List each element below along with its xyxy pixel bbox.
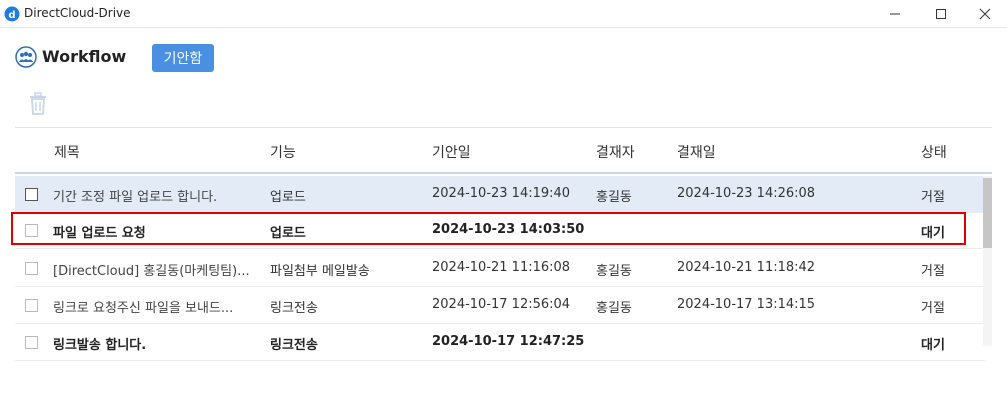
row-approver: 홍길동 bbox=[596, 190, 632, 205]
minimize-button[interactable] bbox=[872, 0, 918, 28]
row-draft-date: 2024-10-17 12:56:04 bbox=[432, 297, 571, 312]
row-checkbox[interactable] bbox=[25, 336, 38, 349]
row-approval-date: 2024-10-21 11:18:42 bbox=[677, 260, 816, 275]
column-header-function[interactable]: 기능 bbox=[270, 142, 296, 162]
row-function: 링크전송 bbox=[270, 301, 318, 316]
row-function: 업로드 bbox=[270, 190, 306, 205]
trash-icon[interactable] bbox=[27, 92, 49, 116]
row-checkbox[interactable] bbox=[25, 188, 38, 201]
tab-drafts[interactable]: 기안함 bbox=[152, 44, 214, 72]
column-header-approval-date[interactable]: 결재일 bbox=[677, 142, 716, 162]
row-status: 거절 bbox=[921, 301, 945, 316]
row-draft-date: 2024-10-21 11:16:08 bbox=[432, 260, 571, 275]
column-header-title[interactable]: 제목 bbox=[54, 142, 80, 162]
row-approval-date: 2024-10-23 14:26:08 bbox=[677, 186, 816, 201]
table-row[interactable]: [DirectCloud] 홍길동(마케팅팀)... 파일첨부 메일발송 2024-… bbox=[15, 250, 985, 287]
row-approver: 홍길동 bbox=[596, 301, 632, 316]
row-title: [DirectCloud] 홍길동(마케팅팀)... bbox=[53, 264, 250, 279]
table-row[interactable]: 링크발송 합니다. 링크전송 2024-10-17 12:47:25 대기 bbox=[15, 324, 985, 361]
scrollbar[interactable] bbox=[983, 176, 992, 346]
table-row[interactable]: 기간 조정 파일 업로드 합니다. 업로드 2024-10-23 14:19:40 홍… bbox=[15, 176, 985, 213]
row-checkbox[interactable] bbox=[25, 299, 38, 312]
close-icon bbox=[979, 8, 991, 20]
row-title: 기간 조정 파일 업로드 합니다. bbox=[53, 190, 218, 205]
row-checkbox[interactable] bbox=[25, 262, 38, 275]
row-title: 링크로 요청주신 파일을 보내드... bbox=[53, 301, 234, 316]
row-status: 대기 bbox=[921, 338, 945, 353]
column-header-approver[interactable]: 결재자 bbox=[596, 142, 635, 162]
column-header-status[interactable]: 상태 bbox=[921, 142, 947, 162]
row-function: 파일첨부 메일발송 bbox=[270, 264, 370, 279]
column-header-draft-date[interactable]: 기안일 bbox=[432, 142, 471, 162]
svg-text:d: d bbox=[8, 10, 15, 21]
scrollbar-thumb[interactable] bbox=[983, 178, 992, 248]
row-draft-date: 2024-10-17 12:47:25 bbox=[432, 334, 585, 349]
row-approver: 홍길동 bbox=[596, 264, 632, 279]
minimize-icon bbox=[890, 13, 900, 15]
maximize-icon bbox=[936, 9, 946, 19]
row-title: 링크발송 합니다. bbox=[53, 338, 147, 353]
people-group-icon bbox=[15, 46, 37, 68]
row-function: 링크전송 bbox=[270, 338, 318, 353]
row-draft-date: 2024-10-23 14:19:40 bbox=[432, 186, 571, 201]
row-status: 거절 bbox=[921, 190, 945, 205]
title-bar: d DirectCloud-Drive bbox=[0, 0, 1007, 28]
window-title: DirectCloud-Drive bbox=[24, 6, 131, 20]
row-status: 거절 bbox=[921, 264, 945, 279]
maximize-button[interactable] bbox=[918, 0, 964, 28]
row-approval-date: 2024-10-17 13:14:15 bbox=[677, 297, 816, 312]
highlight-box bbox=[11, 212, 966, 245]
table-header: 제목 기능 기안일 결재자 결재일 상태 bbox=[15, 128, 992, 174]
page-title: Workflow bbox=[42, 47, 127, 66]
table-row[interactable]: 링크로 요청주신 파일을 보내드... 링크전송 2024-10-17 12:56:… bbox=[15, 287, 985, 324]
close-button[interactable] bbox=[962, 0, 1007, 28]
cloud-d-icon: d bbox=[4, 6, 20, 22]
